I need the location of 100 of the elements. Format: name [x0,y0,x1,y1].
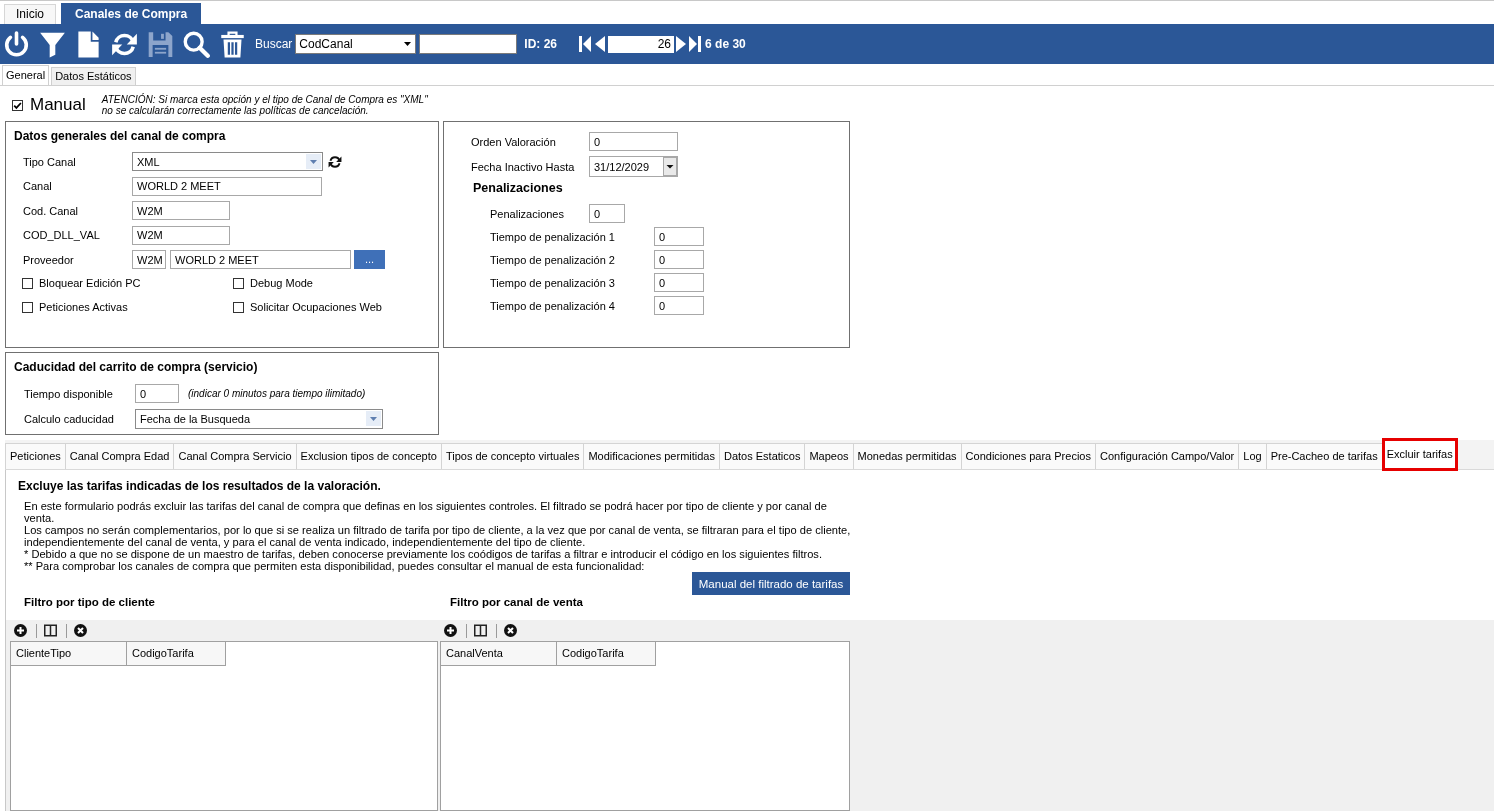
manual-button[interactable]: Manual del filtrado de tarifas [692,572,850,595]
text-field[interactable]: WORLD 2 MEET [170,250,351,269]
caret-down-icon [404,42,412,46]
text-field[interactable]: 0 [589,132,678,151]
column-header[interactable]: ClienteTipo [11,642,127,666]
detail-tab[interactable]: Configuración Campo/Valor [1094,443,1240,469]
document-icon[interactable] [75,30,102,58]
section-title: Penalizaciones [473,181,564,195]
form-tab[interactable]: General [2,65,50,85]
detail-tab[interactable]: Monedas permitidas [852,443,962,469]
browse-button[interactable]: ... [354,250,385,269]
checkbox[interactable] [12,100,23,111]
detail-tab[interactable]: Tipos de concepto virtuales [440,443,585,469]
dropdown-field[interactable]: XML [132,152,323,171]
skip-back-icon[interactable] [579,36,592,52]
field-label: COD_DLL_VAL [23,229,101,241]
field-label: Canal [23,180,53,192]
text-field[interactable]: 0 [654,273,704,292]
field-label: Tiempo de penalización 4 [490,299,616,312]
text-field[interactable]: W2M [132,250,166,269]
detail-tab[interactable]: Modificaciones permitidas [583,443,720,469]
refresh-icon[interactable] [328,154,342,169]
column-header[interactable]: CanalVenta [441,642,557,666]
field-label: Penalizaciones [490,207,565,220]
record-id: ID: 26 [524,37,558,51]
text-field[interactable]: W2M [132,201,230,220]
search-label: Buscar [255,37,293,51]
filter-title: Filtro por tipo de cliente [23,595,156,610]
form-tab[interactable]: Datos Estáticos [51,67,136,85]
power-icon[interactable] [3,30,30,58]
caret-down-icon [366,411,381,426]
checkbox-label: Bloquear Edición PC [39,277,141,289]
search-field-dropdown[interactable]: CodCanal [295,34,417,54]
detail-tab[interactable]: Excluir tarifas [1381,438,1458,471]
columns-icon[interactable] [44,624,57,637]
detail-tab[interactable]: Canal Compra Edad [64,443,175,469]
plus-circle-icon[interactable] [444,624,457,637]
column-header[interactable]: CodigoTarifa [127,642,226,666]
hint-text: (indicar 0 minutos para tiempo ilimitado) [188,388,366,399]
column-header[interactable]: CodigoTarifa [557,642,656,666]
skip-forward-icon[interactable] [689,36,702,52]
funnel-icon[interactable] [39,30,66,58]
app-tab[interactable]: Canales de Compra [61,3,202,24]
description-paragraph: Los campos no serán complementarios, por lo que si se realiza un filtrado de tarifa por tipo de cliente, a la vez que por canal de venta, se filtraran para el tipo de cliente, independientemente del canal de venta, y para el canal de venta indicado, independientemente del tipo de cliente. [24,524,852,548]
checkbox[interactable] [22,277,33,289]
field-label: Cod. Canal [23,204,80,217]
field-label: Tiempo de penalización 2 [490,253,616,266]
text-field[interactable]: 0 [654,296,704,315]
text-field[interactable]: 0 [654,227,704,246]
field-label: Proveedor [23,253,75,266]
field-label: Tipo Canal [23,155,77,168]
field-label: Fecha Inactivo Hasta [471,160,576,173]
trash-icon[interactable] [219,30,246,58]
date-field[interactable]: 31/12/2029 [589,156,678,177]
text-field[interactable]: WORLD 2 MEET [132,176,322,196]
caret-down-icon [306,154,321,169]
checkbox-label: Peticiones Activas [39,301,128,313]
checkbox[interactable] [233,277,244,289]
detail-tab[interactable]: Datos Estaticos [719,443,806,469]
filter-title: Filtro por canal de venta [449,595,584,610]
caret-down-icon[interactable] [663,157,677,176]
field-label: Orden Valoración [471,135,557,148]
search-field[interactable] [419,34,518,54]
record-count: 6 de 30 [705,37,746,51]
x-circle-icon[interactable] [74,624,87,637]
detail-tab[interactable]: Pre-Cacheo de tarifas [1265,443,1383,469]
checkbox-label: Solicitar Ocupaciones Web [250,301,382,313]
detail-tab[interactable]: Canal Compra Servicio [173,443,297,469]
checkbox[interactable] [22,301,33,313]
detail-tab[interactable]: Mapeos [804,443,854,469]
search-icon[interactable] [183,30,210,58]
checkbox-label: Manual [30,95,86,115]
dropdown-field[interactable]: Fecha de la Busqueda [135,408,383,429]
detail-tab[interactable]: Condiciones para Precios [960,443,1096,469]
triangle-right-icon[interactable] [676,36,687,52]
section-heading: Excluye las tarifas indicadas de los resultados de la valoración. [17,478,382,495]
field-label: Tiempo disponible [24,387,114,400]
panel-title: Caducidad del carrito de compra (servicio) [13,359,259,375]
detail-tab[interactable]: Log [1238,443,1267,469]
description-paragraph: * Debido a que no se dispone de un maestro de tarifas, deben conocerse previamente los coódigos de tarifas a filtrar e introducir el código en los siguientes filtros. [24,548,823,560]
checkbox[interactable] [233,301,244,313]
triangle-left-icon[interactable] [595,36,606,52]
text-field[interactable]: 0 [589,204,625,223]
text-field[interactable]: 0 [135,384,179,403]
text-field[interactable]: 0 [654,250,704,269]
x-circle-icon[interactable] [504,624,517,637]
description-paragraph: En este formulario podrás excluir las tarifas del canal de compra que definas en los siguientes controles. El filtrado se podrá hacer por tipo de cliente y por canal de venta. [24,500,828,524]
description-paragraph: ** Para comprobar los canales de compra que permiten esta disponibilidad, puedes consultar el manual de esta funcionalidad: [24,560,646,572]
field-label: Tiempo de penalización 3 [490,276,616,289]
checkbox-label: Debug Mode [250,277,313,289]
columns-icon[interactable] [474,624,487,637]
field-label: Tiempo de penalización 1 [490,230,616,243]
app-tab[interactable]: Inicio [4,4,56,24]
detail-tab[interactable]: Exclusion tipos de concepto [295,443,442,469]
field-label: Calculo caducidad [24,412,115,425]
plus-circle-icon[interactable] [14,624,27,637]
panel-title: Datos generales del canal de compra [13,128,227,144]
text-field[interactable]: W2M [132,225,230,245]
detail-tab[interactable]: Peticiones [5,443,66,469]
warning-note: ATENCIÓN: Si marca esta opción y el tipo de Canal de Compra es "XML" no se calcularán correctamente las políticas de cancelación. [101,95,428,116]
